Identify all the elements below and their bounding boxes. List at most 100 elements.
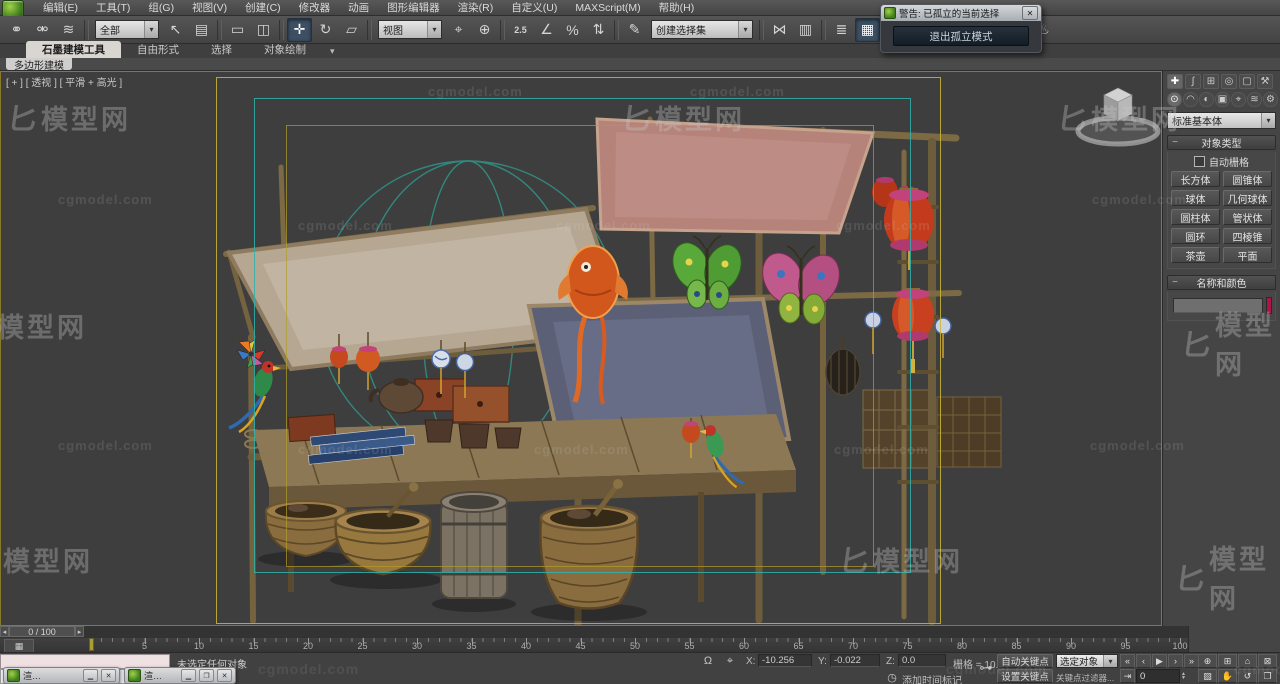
next-frame-button[interactable]: ›	[1168, 654, 1183, 668]
open-mini-curve-editor-button[interactable]: ▦	[4, 639, 34, 653]
x-coordinate-field[interactable]: -10.256	[758, 654, 812, 667]
play-button[interactable]: ▶	[1152, 654, 1167, 668]
time-slider[interactable]: ◂ 0 / 100 ▸	[0, 626, 84, 637]
menu-item[interactable]: 工具(T)	[87, 0, 139, 16]
butterfly-kite-pink[interactable]	[755, 246, 847, 324]
zoom-button[interactable]: ⊕	[1198, 654, 1217, 668]
primitive-button[interactable]: 长方体	[1171, 171, 1220, 187]
canopy-pink[interactable]	[597, 119, 873, 233]
auto-key-button[interactable]: 自动关键点	[997, 654, 1053, 668]
spinner-snap-toggle-button[interactable]: ⇅	[586, 18, 611, 42]
time-tag-icon[interactable]: ◷	[884, 670, 900, 684]
primitive-button[interactable]: 圆柱体	[1171, 209, 1220, 225]
perspective-viewport[interactable]: [ + ] [ 透视 ] [ 平滑 + 高光 ]	[0, 71, 1162, 626]
collapse-icon[interactable]: −	[1168, 277, 1182, 288]
wicker-basket-1[interactable]	[266, 501, 346, 556]
window-crossing-toggle-button[interactable]: ◫	[251, 18, 276, 42]
category-helpers[interactable]: ⌖	[1231, 92, 1246, 107]
dialog-titlebar[interactable]: 警告: 已孤立的当前选择 ✕	[881, 5, 1041, 21]
ribbon-tab-石墨建模工具[interactable]: 石墨建模工具	[26, 41, 121, 58]
previous-frame-button[interactable]: ‹	[1136, 654, 1151, 668]
primitive-button[interactable]: 四棱锥	[1223, 228, 1272, 244]
next-frame-arrow[interactable]: ▸	[75, 626, 84, 637]
transform-gizmo-icon[interactable]: ⌖	[722, 654, 738, 668]
viewport-label[interactable]: [ + ] [ 透视 ] [ 平滑 + 高光 ]	[6, 74, 122, 89]
select-and-link-button[interactable]: ⚭	[4, 18, 29, 42]
panel-tab-modify[interactable]: ∫	[1185, 74, 1201, 89]
zoom-all-button[interactable]: ⊞	[1218, 654, 1237, 668]
category-systems[interactable]: ⚙	[1263, 92, 1278, 107]
panel-tab-motion[interactable]: ◎	[1221, 74, 1237, 89]
maximize-viewport-button[interactable]: ❒	[1258, 669, 1277, 683]
primitive-button[interactable]: 球体	[1171, 190, 1220, 206]
panel-tab-utilities[interactable]: ⚒	[1257, 74, 1273, 89]
select-by-name-button[interactable]: ▤	[189, 18, 214, 42]
primitive-type-dropdown[interactable]: 标准基本体 ▾	[1167, 112, 1276, 129]
select-and-scale-button[interactable]: ▱	[339, 18, 364, 42]
go-to-start-button[interactable]: «	[1120, 654, 1135, 668]
pan-button[interactable]: ✋	[1218, 669, 1237, 683]
primitive-button[interactable]: 平面	[1223, 247, 1272, 263]
manage-layers-button[interactable]: ≣	[829, 18, 854, 42]
ribbon-tab-对象绘制[interactable]: 对象绘制	[248, 41, 322, 58]
close-icon[interactable]: ✕	[101, 669, 116, 682]
graphite-modeling-tools-button[interactable]: ▦	[855, 18, 880, 42]
menu-item[interactable]: 渲染(R)	[449, 0, 503, 16]
y-coordinate-field[interactable]: -0.022	[830, 654, 880, 667]
zoom-extents-button[interactable]: ⌂	[1238, 654, 1257, 668]
category-cameras[interactable]: ▣	[1215, 92, 1230, 107]
use-pivot-point-center-button[interactable]: ⌖	[446, 18, 471, 42]
snaps-toggle-button[interactable]: 2.5	[508, 18, 533, 42]
menu-item[interactable]: 动画	[339, 0, 378, 16]
object-name-field[interactable]	[1173, 298, 1263, 313]
minimize-icon[interactable]: ▁	[83, 669, 98, 682]
panel-tab-display[interactable]: ▢	[1239, 74, 1255, 89]
angle-snap-toggle-button[interactable]: ∠	[534, 18, 559, 42]
select-object-button[interactable]: ↖	[163, 18, 188, 42]
close-icon[interactable]: ✕	[1022, 6, 1038, 20]
primitive-button[interactable]: 圆锥体	[1223, 171, 1272, 187]
go-to-end-button[interactable]: »	[1184, 654, 1199, 668]
menu-item[interactable]: 视图(V)	[183, 0, 236, 16]
exit-isolation-button[interactable]: 退出孤立模式	[893, 26, 1029, 46]
menu-item[interactable]: 图形编辑器	[378, 0, 449, 16]
previous-frame-arrow[interactable]: ◂	[0, 626, 9, 637]
ribbon-tab-选择[interactable]: 选择	[195, 41, 248, 58]
selection-lock-icon[interactable]: Ω	[700, 654, 716, 668]
ribbon-tab-自由形式[interactable]: 自由形式	[121, 41, 195, 58]
mirror-button[interactable]: ⋈	[767, 18, 792, 42]
primitive-button[interactable]: 几何球体	[1223, 190, 1272, 206]
tab-polygon-modeling[interactable]: 多边形建模	[6, 58, 72, 70]
select-and-rotate-button[interactable]: ↻	[313, 18, 338, 42]
selection-set-dropdown[interactable]: 选定对象 ▾	[1056, 654, 1118, 668]
unlink-selection-button[interactable]: ⚮	[30, 18, 55, 42]
menu-item[interactable]: 创建(C)	[236, 0, 290, 16]
panel-tab-hierarchy[interactable]: ⊞	[1203, 74, 1219, 89]
scene-3d-market-stall[interactable]	[1, 72, 1161, 625]
selection-filter-dropdown[interactable]: 全部▾	[95, 20, 159, 39]
rollout-object-type[interactable]: − 对象类型	[1167, 135, 1276, 150]
orbit-button[interactable]: ↺	[1238, 669, 1257, 683]
key-filters-button[interactable]: 关键点过滤器...	[1056, 672, 1114, 684]
autogrid-checkbox[interactable]	[1194, 156, 1205, 167]
close-icon[interactable]: ✕	[217, 669, 232, 682]
minimized-window-1[interactable]: 渲… ▁ ✕	[3, 667, 120, 684]
wooden-barrel[interactable]	[441, 492, 507, 598]
align-button[interactable]: ▥	[793, 18, 818, 42]
minimize-icon[interactable]: ▁	[181, 669, 196, 682]
primitive-button[interactable]: 管状体	[1223, 209, 1272, 225]
timeline-ruler[interactable]: 5101520253035404550556065707580859095100	[0, 638, 1188, 652]
category-shapes[interactable]: ◠	[1183, 92, 1198, 107]
birdcage[interactable]	[826, 336, 860, 395]
menu-item[interactable]: 修改器	[290, 0, 340, 16]
frame-spinner[interactable]: ▲▼	[1181, 672, 1186, 680]
primitive-button[interactable]: 茶壶	[1171, 247, 1220, 263]
menu-item[interactable]: 帮助(H)	[650, 0, 704, 16]
select-and-move-button[interactable]: ✛	[287, 18, 312, 42]
pinwheel-toy[interactable]	[237, 340, 265, 368]
chevron-down-icon[interactable]: ▾	[1103, 655, 1117, 667]
primitive-button[interactable]: 圆环	[1171, 228, 1220, 244]
parrot-left[interactable]	[229, 361, 281, 432]
set-key-button[interactable]: 设置关键点	[997, 669, 1053, 683]
minimized-window-2[interactable]: 渲… ▁ ❐ ✕	[124, 667, 236, 684]
